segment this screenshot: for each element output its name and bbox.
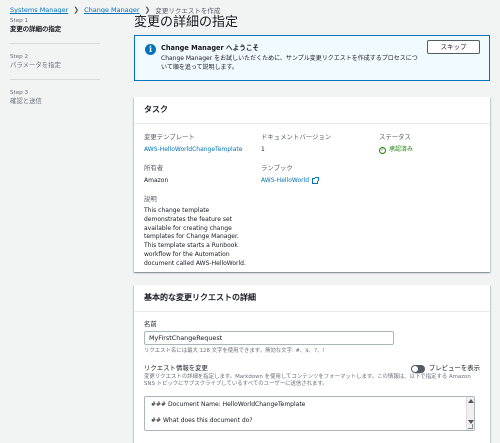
status-label: ステータス <box>379 133 411 141</box>
description-value: This change template demonstrates the fe… <box>144 207 246 267</box>
step-1: Step 1 変更の詳細の指定 <box>10 17 100 34</box>
task-column-1: 変更テンプレート AWS-HelloWorldChangeTemplate 所有… <box>144 133 254 279</box>
chevron-right-icon: ❯ <box>144 6 151 14</box>
step-label: パラメータを指定 <box>10 61 61 69</box>
step-label: 変更の詳細の指定 <box>10 25 62 33</box>
info-alert: i Change Manager へようこそ Change Manager をお… <box>134 35 490 81</box>
step-number: Step 3 <box>10 90 29 96</box>
chevron-right-icon: ❯ <box>73 6 80 14</box>
wizard-steps: Step 1 変更の詳細の指定 Step 2 パラメータを指定 Step 3 確… <box>10 17 100 106</box>
check-circle-icon: ✓ <box>379 146 386 154</box>
page-title: 変更の詳細の指定 <box>134 15 239 30</box>
divider <box>10 43 100 44</box>
runbook-link-text[interactable]: AWS-HelloWorld <box>261 177 309 184</box>
external-link-icon <box>312 176 320 184</box>
doc-version-label: ドキュメントバージョン <box>261 133 332 141</box>
status-badge: ✓ 承認済み <box>379 146 489 154</box>
description-label: 説明 <box>144 195 157 203</box>
runbook-label: ランブック <box>261 164 293 172</box>
info-title: Change Manager へようこそ <box>161 44 260 52</box>
info-description: Change Manager をお試しいただくために、サンプル変更リクエストを作… <box>161 55 418 71</box>
task-column-2: ドキュメントバージョン 1 ランブック AWS-HelloWorld <box>261 133 371 195</box>
step-number: Step 1 <box>10 18 29 24</box>
textarea-line: ## What does this document do? <box>151 417 253 424</box>
textarea-line: ### Document Name: HelloWorldChangeTempl… <box>151 401 306 408</box>
basic-details-panel: 基本的な変更リクエストの詳細 名前 リクエスト名には最大 128 文字を使用でき… <box>134 285 490 443</box>
request-info-textarea[interactable]: ### Document Name: HelloWorldChangeTempl… <box>144 396 475 431</box>
status-value: 承認済み <box>389 146 414 153</box>
skip-button[interactable]: スキップ <box>427 40 480 54</box>
info-icon: i <box>145 44 156 55</box>
toggle-switch[interactable] <box>410 364 425 373</box>
request-info-label: リクエスト情報を変更 <box>144 364 208 372</box>
name-hint: リクエスト名には最大 128 文字を使用できます。無効な文字: #、$、?、! <box>144 348 325 354</box>
task-panel: タスク 変更テンプレート AWS-HelloWorldChangeTemplat… <box>134 97 490 272</box>
panel-header: タスク <box>134 97 490 124</box>
resize-handle-icon[interactable] <box>468 424 473 429</box>
step-3: Step 3 確認と送信 <box>10 89 100 106</box>
step-label: 確認と送信 <box>10 97 42 105</box>
name-input[interactable] <box>144 331 394 345</box>
runbook-link[interactable]: AWS-HelloWorld <box>261 176 371 185</box>
step-2: Step 2 パラメータを指定 <box>10 53 100 70</box>
template-label: 変更テンプレート <box>144 133 195 141</box>
step-number: Step 2 <box>10 54 29 60</box>
preview-toggle[interactable]: プレビューを表示 <box>410 364 480 373</box>
scroll-up-icon[interactable] <box>468 399 474 403</box>
owner-value: Amazon <box>144 177 169 184</box>
textarea-line <box>151 409 468 417</box>
divider <box>10 79 100 80</box>
doc-version-value: 1 <box>261 146 265 153</box>
owner-label: 所有者 <box>144 164 164 172</box>
preview-label: プレビューを表示 <box>428 364 480 372</box>
task-column-3: ステータス ✓ 承認済み <box>379 133 489 164</box>
panel-header: 基本的な変更リクエストの詳細 <box>134 285 490 312</box>
template-link[interactable]: AWS-HelloWorldChangeTemplate <box>144 146 254 154</box>
request-info-hint: 変更リクエストの詳細を指定します。Markdown を使用してコンテンツをフォー… <box>144 374 471 387</box>
breadcrumb-change-manager[interactable]: Change Manager <box>84 6 139 14</box>
breadcrumb-systems-manager[interactable]: Systems Manager <box>10 6 68 14</box>
name-label: 名前 <box>144 320 157 328</box>
